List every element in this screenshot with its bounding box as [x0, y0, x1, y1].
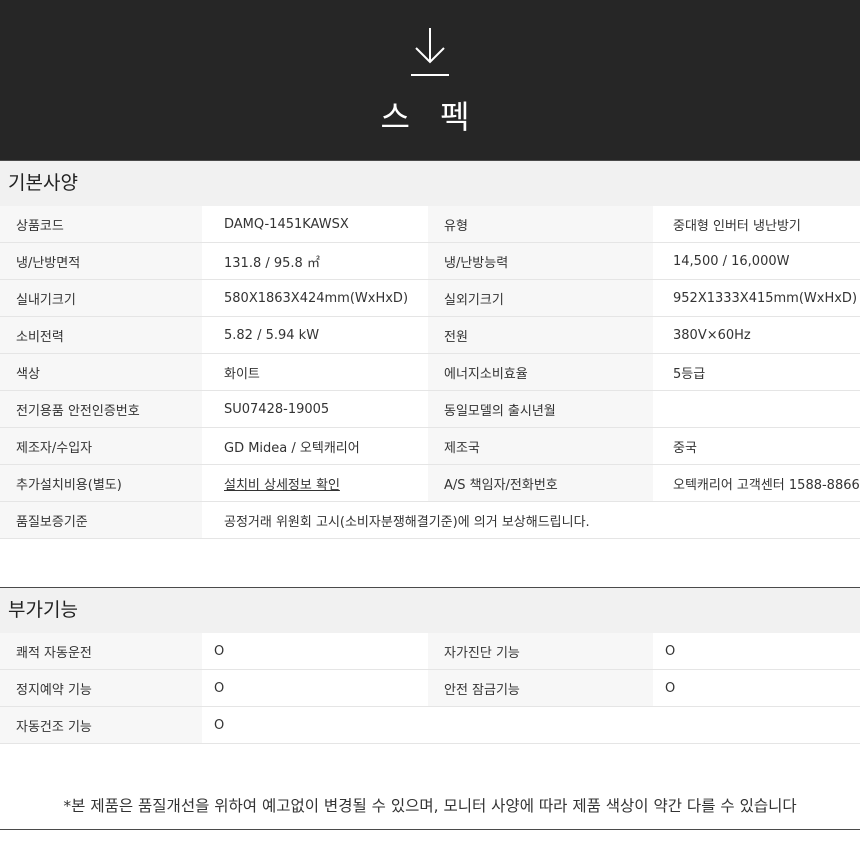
- feature-label: 정지예약 기능: [0, 669, 202, 707]
- feature-label: 자동건조 기능: [0, 706, 202, 744]
- feature-label: [428, 706, 653, 744]
- table-row: 정지예약 기능 O 안전 잠금기능 O: [0, 669, 860, 707]
- feature-value: [653, 706, 860, 744]
- feature-value: O: [202, 669, 428, 707]
- feature-value: O: [653, 669, 860, 707]
- spec-value: 공정거래 위원회 고시(소비자분쟁해결기준)에 의거 보상해드립니다.: [202, 501, 860, 539]
- spec-value: 설치비 상세정보 확인: [202, 464, 428, 502]
- feature-value: O: [653, 633, 860, 670]
- table-row: 실내기크기 580X1863X424mm(WxHxD) 실외기크기 952X13…: [0, 279, 860, 317]
- spec-value: 중국: [653, 427, 860, 465]
- table-row: 추가설치비용(별도) 설치비 상세정보 확인 A/S 책임자/전화번호 오텍캐리…: [0, 464, 860, 502]
- table-row: 자동건조 기능 O: [0, 706, 860, 744]
- spec-value: 5.82 / 5.94 kW: [202, 316, 428, 354]
- spec-value: 5등급: [653, 353, 860, 391]
- spec-header: 스 펙: [0, 0, 860, 160]
- footnote: *본 제품은 품질개선을 위하여 예고없이 변경될 수 있으며, 모니터 사양에…: [0, 792, 860, 830]
- feature-value: O: [202, 633, 428, 670]
- spec-label: 상품코드: [0, 206, 202, 243]
- download-arrow-icon: [411, 28, 449, 76]
- spec-value: 중대형 인버터 냉난방기: [653, 206, 860, 243]
- basic-spec-table: 상품코드 DAMQ-1451KAWSX 유형 중대형 인버터 냉난방기 냉/난방…: [0, 206, 860, 539]
- spec-label: 실외기크기: [428, 279, 653, 317]
- spec-value: 오텍캐리어 고객센터 1588-8866: [653, 464, 860, 502]
- spec-value: 580X1863X424mm(WxHxD): [202, 279, 428, 317]
- feature-value: O: [202, 706, 428, 744]
- spec-value: 화이트: [202, 353, 428, 391]
- feature-label: 자가진단 기능: [428, 633, 653, 670]
- spec-label: 제조국: [428, 427, 653, 465]
- spec-label: 품질보증기준: [0, 501, 202, 539]
- spec-label: 실내기크기: [0, 279, 202, 317]
- feature-label: 쾌적 자동운전: [0, 633, 202, 670]
- spec-value: 131.8 / 95.8 ㎡: [202, 242, 428, 280]
- spec-label: 에너지소비효율: [428, 353, 653, 391]
- spec-label: 제조자/수입자: [0, 427, 202, 465]
- spec-value: DAMQ-1451KAWSX: [202, 206, 428, 243]
- table-row: 소비전력 5.82 / 5.94 kW 전원 380V×60Hz: [0, 316, 860, 354]
- table-row: 품질보증기준 공정거래 위원회 고시(소비자분쟁해결기준)에 의거 보상해드립니…: [0, 501, 860, 539]
- spec-label: 소비전력: [0, 316, 202, 354]
- page-title: 스 펙: [380, 98, 480, 136]
- spec-label: A/S 책임자/전화번호: [428, 464, 653, 502]
- table-row: 냉/난방면적 131.8 / 95.8 ㎡ 냉/난방능력 14,500 / 16…: [0, 242, 860, 280]
- install-cost-link[interactable]: 설치비 상세정보 확인: [224, 478, 340, 493]
- spec-value: 952X1333X415mm(WxHxD): [653, 279, 860, 317]
- features-heading: 부가기능: [0, 587, 860, 633]
- spec-label: 냉/난방능력: [428, 242, 653, 280]
- table-row: 쾌적 자동운전 O 자가진단 기능 O: [0, 633, 860, 670]
- basic-spec-heading: 기본사양: [0, 160, 860, 206]
- table-row: 색상 화이트 에너지소비효율 5등급: [0, 353, 860, 391]
- table-row: 상품코드 DAMQ-1451KAWSX 유형 중대형 인버터 냉난방기: [0, 206, 860, 243]
- spec-label: 전기용품 안전인증번호: [0, 390, 202, 428]
- spec-label: 색상: [0, 353, 202, 391]
- spec-label: 추가설치비용(별도): [0, 464, 202, 502]
- spec-value: SU07428-19005: [202, 390, 428, 428]
- spec-value: 14,500 / 16,000W: [653, 242, 860, 280]
- feature-label: 안전 잠금기능: [428, 669, 653, 707]
- spec-value: GD Midea / 오텍캐리어: [202, 427, 428, 465]
- spec-label: 냉/난방면적: [0, 242, 202, 280]
- spec-value: 380V×60Hz: [653, 316, 860, 354]
- table-row: 전기용품 안전인증번호 SU07428-19005 동일모델의 출시년월: [0, 390, 860, 428]
- table-row: 제조자/수입자 GD Midea / 오텍캐리어 제조국 중국: [0, 427, 860, 465]
- spec-label: 동일모델의 출시년월: [428, 390, 653, 428]
- spec-label: 유형: [428, 206, 653, 243]
- spec-value: [653, 390, 860, 428]
- spec-label: 전원: [428, 316, 653, 354]
- features-table: 쾌적 자동운전 O 자가진단 기능 O 정지예약 기능 O 안전 잠금기능 O …: [0, 633, 860, 744]
